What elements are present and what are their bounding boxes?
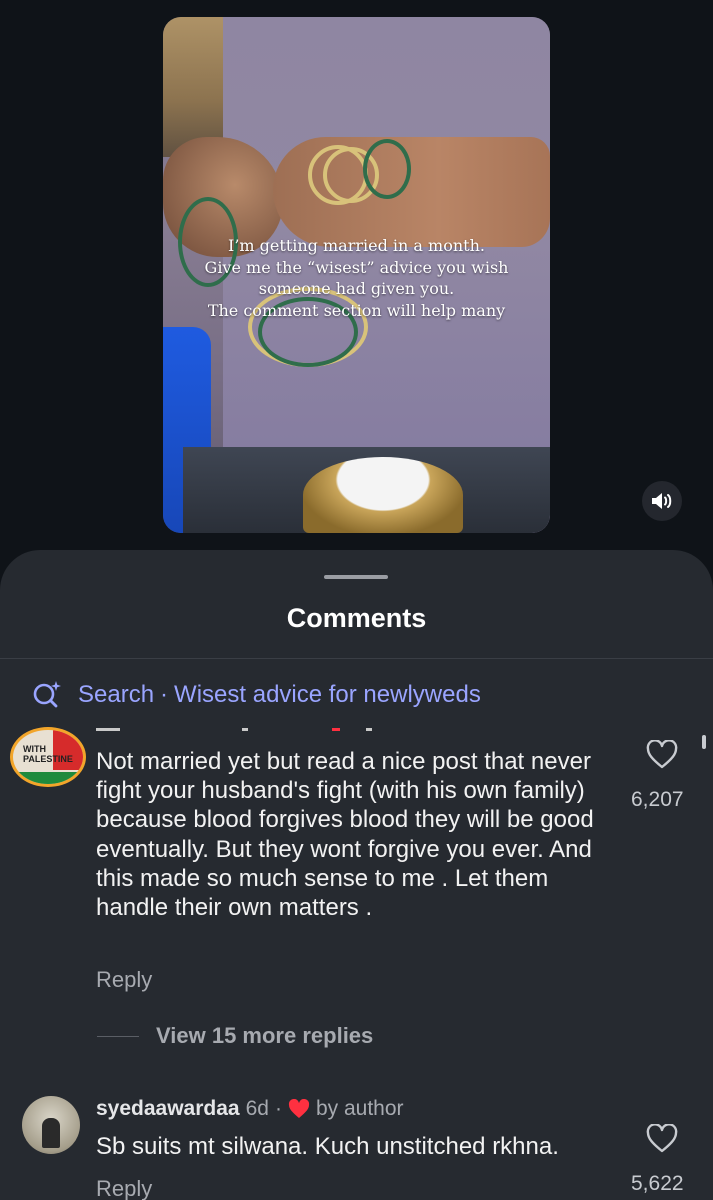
meta-separator: ·: [274, 1097, 282, 1120]
avatar[interactable]: [22, 1096, 80, 1154]
search-query: Wisest advice for newlyweds: [174, 681, 481, 708]
avatar-figure: [42, 1118, 60, 1148]
reel-video[interactable]: I’m getting married in a month. Give me …: [163, 17, 550, 533]
bangle: [363, 139, 411, 199]
caption-line: Give me the “wisest” advice you wish: [204, 257, 509, 277]
divider: [0, 658, 713, 659]
reply-button[interactable]: Reply: [96, 967, 152, 993]
comment-meta: syedaawardaa 6d · by author: [96, 1097, 404, 1121]
like-count: 5,622: [631, 1172, 684, 1195]
search-sparkle-icon: [33, 681, 61, 708]
screen: I’m getting married in a month. Give me …: [0, 0, 713, 1200]
search-label: Search: [78, 681, 155, 708]
scrollbar[interactable]: [702, 735, 706, 749]
username[interactable]: syedaawardaa: [96, 1097, 240, 1121]
liked-by-author-heart-icon: [288, 1099, 310, 1118]
comment-age: 6d: [245, 1097, 269, 1120]
heart-icon[interactable]: [646, 740, 678, 770]
avatar[interactable]: WITH PALESTINE: [10, 727, 86, 787]
caption-line: someone had given you.: [258, 279, 455, 298]
sheet-drag-handle[interactable]: [324, 575, 388, 579]
reply-button[interactable]: Reply: [96, 1176, 152, 1200]
comment-text: Not married yet but read a nice post tha…: [96, 748, 594, 922]
avatar-badge-text: WITH PALESTINE: [23, 744, 73, 764]
mute-toggle-button[interactable]: [642, 481, 682, 521]
like-count: 6,207: [631, 788, 684, 811]
comment-search-link[interactable]: Search · Wisest advice for newlyweds: [30, 674, 481, 716]
video-caption: I’m getting married in a month. Give me …: [163, 235, 550, 321]
view-more-replies-button[interactable]: View 15 more replies: [156, 1023, 373, 1049]
heart-icon[interactable]: [646, 1124, 678, 1154]
flag-green-shape: [13, 772, 83, 784]
clipped-comment-header: [96, 722, 396, 732]
author-badge: by author: [315, 1097, 404, 1120]
caption-line: I’m getting married in a month.: [228, 236, 485, 255]
caption-line: The comment section will help many: [207, 300, 506, 320]
sheet-title: Comments: [286, 603, 427, 633]
speaker-icon: [652, 493, 672, 509]
divider: [97, 1036, 139, 1037]
comment-text: Sb suits mt silwana. Kuch unstitched rkh…: [96, 1133, 559, 1160]
bangle-bowl: [303, 457, 463, 533]
search-separator: ·: [160, 681, 169, 708]
